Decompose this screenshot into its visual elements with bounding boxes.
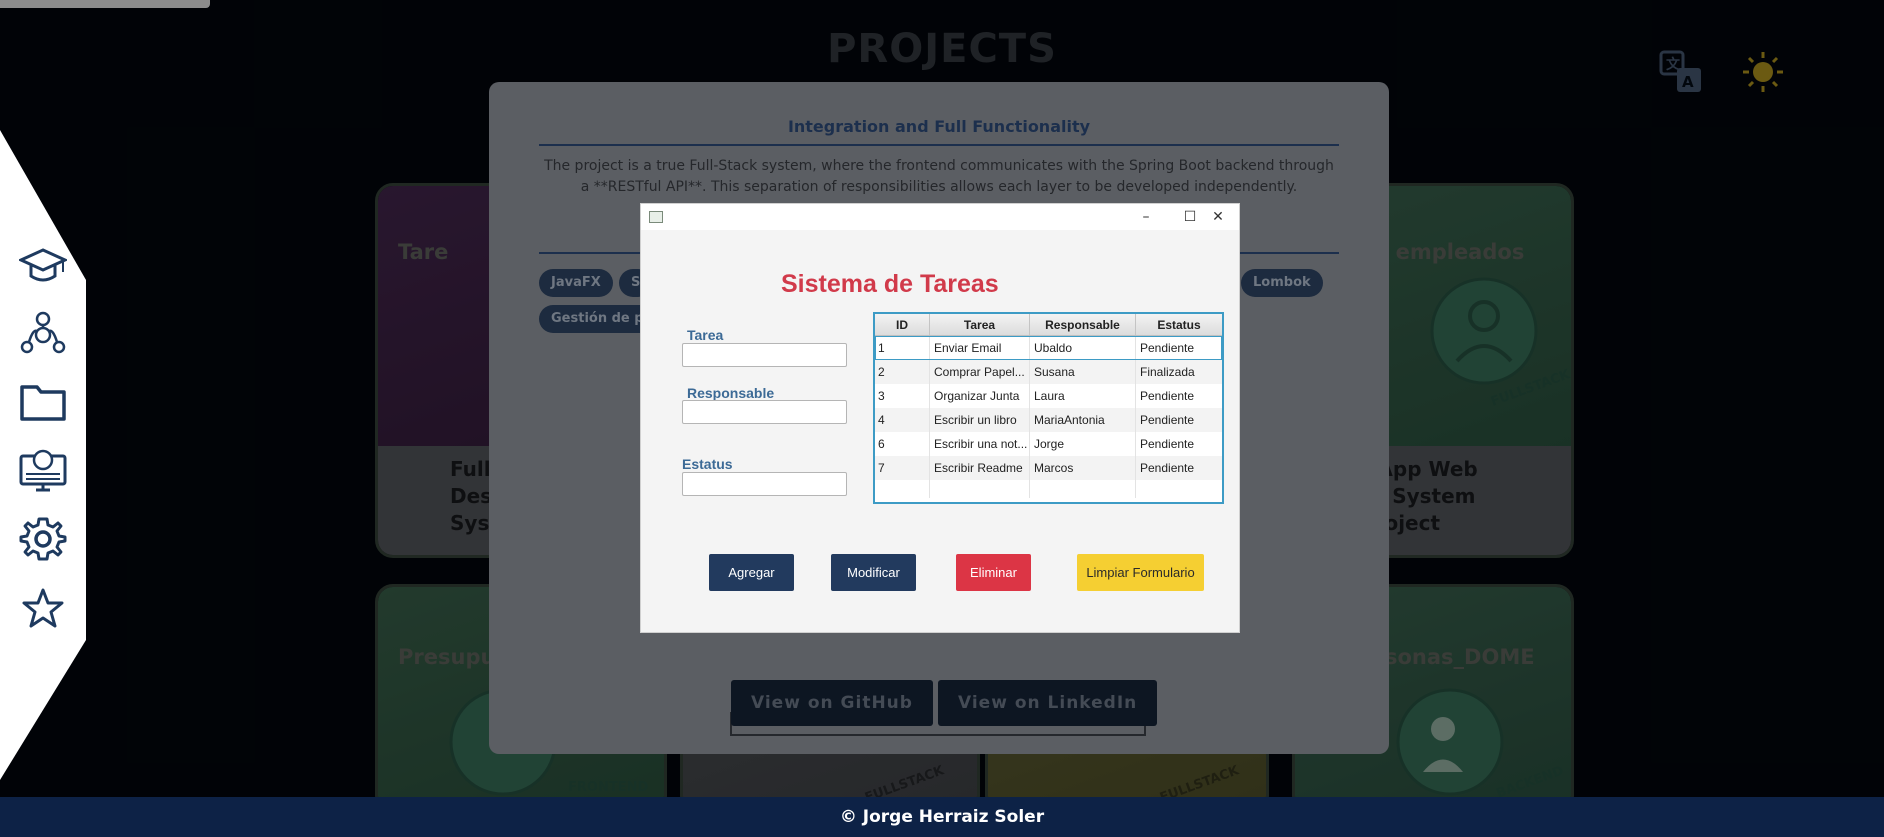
- cell-id: 6: [875, 432, 930, 456]
- tasks-table[interactable]: ID Tarea Responsable Estatus 1 Enviar Em…: [873, 312, 1224, 504]
- folder-icon: [20, 385, 66, 421]
- cell-estatus: Pendiente: [1140, 413, 1195, 427]
- sidebar-item-experience[interactable]: [17, 307, 69, 359]
- gear-icon: [19, 517, 67, 561]
- limpiar-formulario-button[interactable]: Limpiar Formulario: [1077, 554, 1204, 591]
- sidebar-item-favorites[interactable]: [17, 582, 69, 634]
- cell-estatus: Pendiente: [1140, 341, 1195, 355]
- star-icon: [22, 588, 64, 628]
- cell-empty: [875, 480, 930, 498]
- view-on-linkedin-button[interactable]: View on LinkedIn: [938, 680, 1158, 726]
- cell-estatus: Pendiente: [1140, 461, 1195, 475]
- divider: [539, 144, 1339, 146]
- network-team-icon: [20, 311, 66, 354]
- cell-tarea: Organizar Junta: [930, 384, 1030, 408]
- table-row[interactable]: 1 Enviar Email Ubaldo Pendiente: [875, 336, 1222, 360]
- cell-estatus: Pendiente: [1140, 389, 1195, 403]
- estatus-label: Estatus: [682, 456, 733, 472]
- cell-id: 3: [875, 384, 930, 408]
- translate-icon[interactable]: 文 A: [1659, 50, 1703, 94]
- table-row[interactable]: 3 Organizar Junta Laura Pendiente: [875, 384, 1222, 408]
- cell-tarea: Escribir Readme: [930, 456, 1030, 480]
- column-header-estatus[interactable]: Estatus: [1136, 314, 1222, 335]
- cell-id: 1: [875, 336, 930, 360]
- cell-responsable: Ubaldo: [1030, 336, 1136, 360]
- column-header-responsable[interactable]: Responsable: [1030, 314, 1136, 335]
- sidebar: [0, 130, 86, 780]
- modificar-button[interactable]: Modificar: [831, 554, 916, 591]
- cell-estatus: Finalizada: [1140, 365, 1195, 379]
- estatus-input[interactable]: [682, 472, 847, 496]
- responsable-label: Responsable: [687, 385, 775, 401]
- app-icon: [649, 211, 663, 223]
- sidebar-item-projects[interactable]: [17, 376, 69, 428]
- sistema-tareas-window: – ☐ ✕ Sistema de Tareas Tarea Responsabl…: [640, 203, 1240, 633]
- cell-id: 4: [875, 408, 930, 432]
- modal-section-heading: Integration and Full Functionality: [787, 117, 1091, 136]
- table-row[interactable]: 6 Escribir una not... Jorge Pendiente: [875, 432, 1222, 456]
- sidebar-item-settings[interactable]: [17, 513, 69, 565]
- graduation-cap-icon: [19, 248, 67, 282]
- cell-id: 7: [875, 456, 930, 480]
- cell-estatus: Pendiente: [1140, 437, 1195, 451]
- table-header: ID Tarea Responsable Estatus: [875, 314, 1222, 336]
- cell-tarea: Comprar Papel...: [930, 360, 1030, 384]
- cell-tarea: Enviar Email: [930, 336, 1030, 360]
- table-row[interactable]: 2 Comprar Papel... Susana Finalizada: [875, 360, 1222, 384]
- view-on-github-button[interactable]: View on GitHub: [731, 680, 933, 726]
- cell-empty: [1030, 480, 1136, 498]
- tag-javafx: JavaFX: [539, 269, 613, 297]
- eliminar-button[interactable]: Eliminar: [956, 554, 1031, 591]
- cell-tarea: Escribir una not...: [930, 432, 1030, 456]
- footer-copyright: © Jorge Herraiz Soler: [839, 807, 1045, 827]
- cell-responsable: Jorge: [1030, 432, 1136, 456]
- sidebar-item-skills[interactable]: [17, 444, 69, 496]
- tag-lombok: Lombok: [1241, 269, 1323, 297]
- cell-empty: [1136, 480, 1222, 498]
- sun-icon[interactable]: [1741, 50, 1785, 94]
- minimize-button[interactable]: –: [1124, 204, 1168, 230]
- table-row-empty[interactable]: [875, 480, 1222, 498]
- cell-responsable: Susana: [1030, 360, 1136, 384]
- cell-id: 2: [875, 360, 930, 384]
- tarea-input[interactable]: [682, 343, 847, 367]
- table-row[interactable]: 7 Escribir Readme Marcos Pendiente: [875, 456, 1222, 480]
- tarea-label: Tarea: [687, 327, 724, 343]
- svg-text:A: A: [1682, 73, 1694, 91]
- window-titlebar[interactable]: – ☐ ✕: [641, 204, 1239, 230]
- cell-responsable: MariaAntonia: [1030, 408, 1136, 432]
- column-header-tarea[interactable]: Tarea: [930, 314, 1030, 335]
- monitor-code-icon: [19, 449, 67, 492]
- footer: © Jorge Herraiz Soler: [0, 797, 1884, 837]
- close-button[interactable]: ✕: [1196, 204, 1240, 230]
- modal-paragraph: The project is a true Full-Stack system,…: [544, 158, 1334, 195]
- cell-responsable: Marcos: [1030, 456, 1136, 480]
- table-row[interactable]: 4 Escribir un libro MariaAntonia Pendien…: [875, 408, 1222, 432]
- sidebar-item-education[interactable]: [17, 240, 69, 292]
- cell-tarea: Escribir un libro: [930, 408, 1030, 432]
- responsable-input[interactable]: [682, 400, 847, 424]
- tag-gestion: Gestión de p: [539, 305, 656, 333]
- column-header-id[interactable]: ID: [875, 314, 930, 335]
- app-title: Sistema de Tareas: [781, 270, 999, 298]
- cell-responsable: Laura: [1030, 384, 1136, 408]
- agregar-button[interactable]: Agregar: [709, 554, 794, 591]
- svg-text:文: 文: [1666, 56, 1681, 73]
- cell-empty: [930, 480, 1030, 498]
